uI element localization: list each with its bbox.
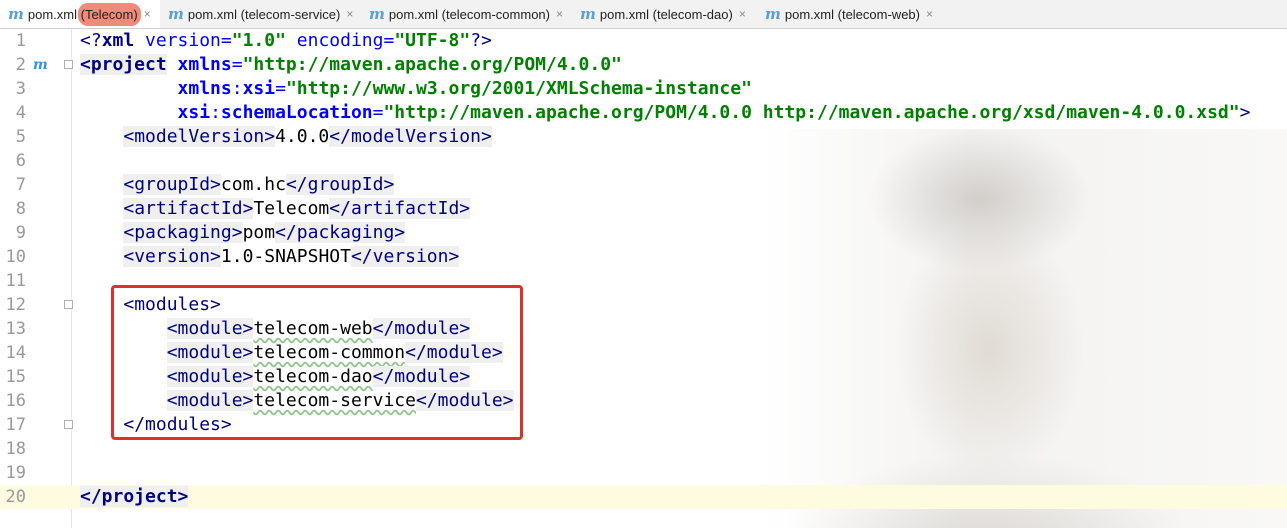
code-line: 9 <packaging>pom</packaging>: [0, 221, 1287, 245]
line-number: 3: [15, 79, 26, 99]
code-line: 18: [0, 437, 1287, 461]
code-line: 4 xsi:schemaLocation="http://maven.apach…: [0, 101, 1287, 125]
line-number: 11: [5, 271, 26, 291]
tab-pom-telecom-web[interactable]: m pom.xml (telecom-web) ×: [757, 0, 947, 28]
editor-tab-bar: m pom.xml (Telecom) × m pom.xml (telecom…: [0, 0, 1287, 29]
tab-project: (telecom-service): [240, 6, 341, 22]
tab-pom-telecom-dao[interactable]: m pom.xml (telecom-dao) ×: [572, 0, 757, 28]
code-text: <modelVersion>4.0.0</modelVersion>: [123, 126, 492, 147]
code-line: 6: [0, 149, 1287, 173]
line-number: 9: [15, 223, 26, 243]
maven-icon: m: [580, 5, 596, 23]
code-text: <packaging>pom</packaging>: [123, 222, 406, 243]
code-line: 5 <modelVersion>4.0.0</modelVersion>: [0, 125, 1287, 149]
code-editor[interactable]: m 1 <?xml version="1.0" encoding="UTF-8"…: [0, 29, 1287, 528]
line-number: 2: [15, 55, 26, 75]
code-text: xmlns:xsi="http://www.w3.org/2001/XMLSch…: [177, 78, 752, 99]
line-number: 14: [5, 343, 26, 363]
line-number: 7: [15, 175, 26, 195]
tab-filename: pom.xml: [27, 6, 77, 22]
tab-project: (Telecom): [77, 2, 141, 26]
code-line: 10 <version>1.0-SNAPSHOT</version>: [0, 245, 1287, 269]
line-number: 19: [5, 463, 26, 483]
tab-pom-telecom-common[interactable]: m pom.xml (telecom-common) ×: [361, 0, 572, 28]
code-line: 1 <?xml version="1.0" encoding="UTF-8"?>: [0, 29, 1287, 53]
maven-icon: m: [8, 5, 24, 23]
tab-project: (telecom-dao): [652, 6, 733, 22]
code-text: <artifactId>Telecom</artifactId>: [123, 198, 471, 219]
code-line: 8 <artifactId>Telecom</artifactId>: [0, 197, 1287, 221]
line-number: 15: [5, 367, 26, 387]
code-line-current: 20 </project>: [0, 485, 1287, 509]
code-line: 19: [0, 461, 1287, 485]
tab-pom-telecom[interactable]: m pom.xml (Telecom) ×: [0, 0, 160, 28]
close-icon[interactable]: ×: [346, 7, 353, 21]
tab-filename: pom.xml: [784, 6, 834, 22]
tab-pom-telecom-service[interactable]: m pom.xml (telecom-service) ×: [160, 0, 361, 28]
line-number: 5: [15, 127, 26, 147]
tab-project: (telecom-common): [441, 6, 550, 22]
line-number: 8: [15, 199, 26, 219]
code-text: </project>: [80, 486, 189, 507]
maven-icon: m: [765, 5, 781, 23]
maven-icon: m: [369, 5, 385, 23]
code-line: 7 <groupId>com.hc</groupId>: [0, 173, 1287, 197]
line-number: 16: [5, 391, 26, 411]
code-text: xsi:schemaLocation="http://maven.apache.…: [177, 102, 1251, 123]
close-icon[interactable]: ×: [926, 7, 933, 21]
close-icon[interactable]: ×: [556, 7, 563, 21]
line-number: 17: [5, 415, 26, 435]
line-number: 1: [15, 31, 26, 51]
tab-project: (telecom-web): [837, 6, 920, 22]
code-text: <?xml version="1.0" encoding="UTF-8"?>: [80, 30, 492, 51]
tab-filename: pom.xml: [599, 6, 649, 22]
maven-icon: m: [168, 5, 184, 23]
code-line: 3 xmlns:xsi="http://www.w3.org/2001/XMLS…: [0, 77, 1287, 101]
modules-highlight-box: [111, 285, 523, 440]
close-icon[interactable]: ×: [739, 7, 746, 21]
line-number: 18: [5, 439, 26, 459]
line-number: 10: [5, 247, 26, 267]
code-text: <project xmlns="http://maven.apache.org/…: [80, 54, 622, 75]
code-text: <version>1.0-SNAPSHOT</version>: [123, 246, 460, 267]
line-number: 20: [5, 487, 26, 507]
line-number: 12: [5, 295, 26, 315]
tab-filename: pom.xml: [388, 6, 438, 22]
line-number: 4: [15, 103, 26, 123]
code-line: 2 <project xmlns="http://maven.apache.or…: [0, 53, 1287, 77]
code-text: <groupId>com.hc</groupId>: [123, 174, 395, 195]
line-number: 6: [15, 151, 26, 171]
close-icon[interactable]: ×: [144, 7, 151, 21]
tab-filename: pom.xml: [187, 6, 237, 22]
line-number: 13: [5, 319, 26, 339]
